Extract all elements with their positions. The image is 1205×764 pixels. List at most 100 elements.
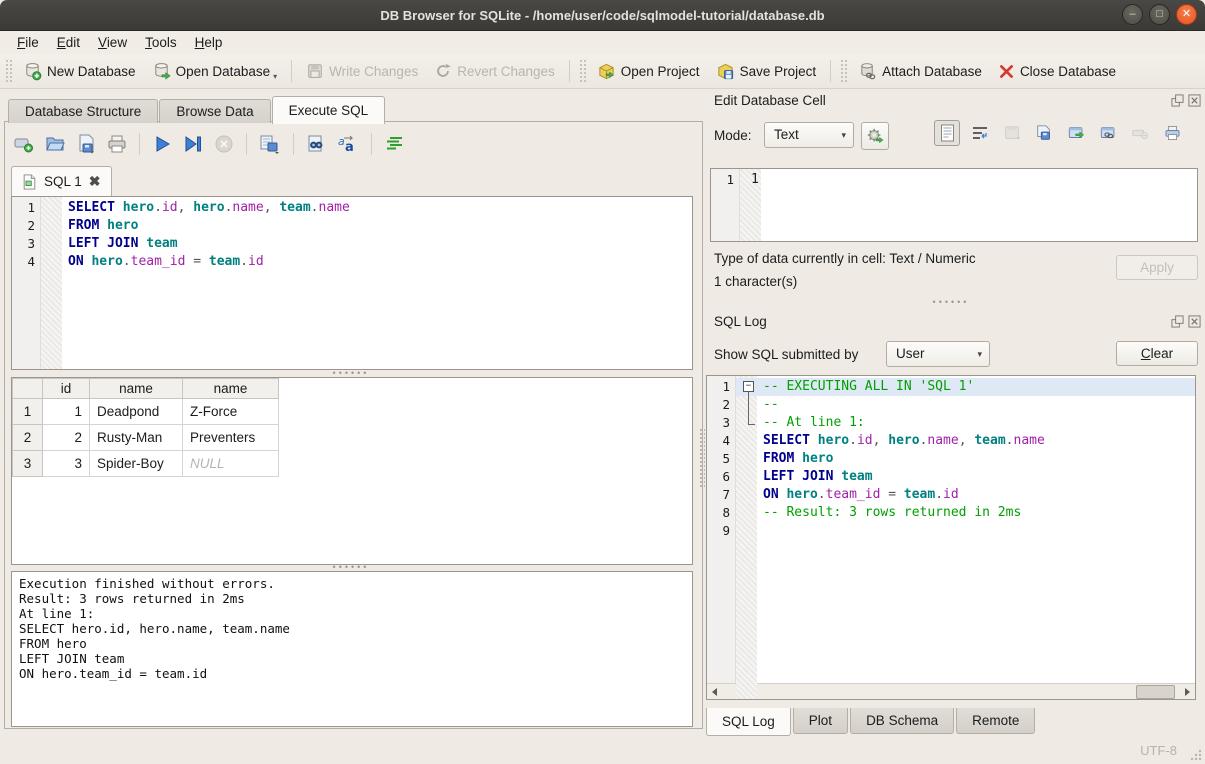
line-number: 5 <box>707 450 730 468</box>
export-cell-data-button[interactable] <box>1032 121 1056 145</box>
row-header[interactable]: 3 <box>13 451 43 477</box>
auto-switch-mode-button[interactable] <box>861 122 889 150</box>
minimize-button[interactable]: – <box>1122 4 1143 25</box>
column-header[interactable]: name <box>90 379 183 399</box>
menu-file[interactable]: File <box>8 33 48 52</box>
cell-char-count: 1 character(s) <box>714 274 797 289</box>
tab-database-structure[interactable]: Database Structure <box>8 99 158 123</box>
find-icon[interactable] <box>305 133 327 155</box>
stop-icon[interactable] <box>213 133 235 155</box>
copy-as-link-button[interactable] <box>1096 121 1120 145</box>
pane-splitter-handle[interactable] <box>699 428 705 488</box>
save-sql-file-icon[interactable] <box>75 133 97 155</box>
toolbar-handle[interactable] <box>579 59 586 83</box>
table-cell[interactable]: 1 <box>43 399 90 425</box>
cell-editor[interactable]: 1 1 <box>710 168 1198 242</box>
sql-log-editor[interactable]: 1−-- EXECUTING ALL IN 'SQL 1'2--3-- At l… <box>706 375 1196 700</box>
close-dock-icon[interactable] <box>1188 94 1201 107</box>
save-as-icon <box>1035 124 1053 142</box>
print-cell-button[interactable] <box>1160 121 1184 145</box>
mode-select[interactable]: Text ▾ <box>764 122 854 148</box>
table-row: 33Spider-BoyNULL <box>13 451 279 477</box>
cell-text-mode-button[interactable] <box>934 120 960 146</box>
code-line: 3LEFT JOIN team <box>12 235 692 253</box>
table-cell[interactable]: 3 <box>43 451 90 477</box>
close-database-button[interactable]: Close Database <box>990 59 1124 84</box>
save-results-icon[interactable] <box>258 133 282 155</box>
apply-button[interactable]: Apply <box>1116 255 1198 280</box>
open-sql-file-icon[interactable] <box>44 133 66 155</box>
menu-view[interactable]: View <box>89 33 136 52</box>
table-cell[interactable]: Deadpond <box>90 399 183 425</box>
new-database-icon <box>23 62 42 81</box>
menu-bar: File Edit View Tools Help <box>0 31 1205 54</box>
table-cell[interactable]: Rusty-Man <box>90 425 183 451</box>
tab-browse-data[interactable]: Browse Data <box>159 99 270 123</box>
tab-sql-log[interactable]: SQL Log <box>706 708 791 736</box>
table-cell[interactable]: NULL <box>183 451 279 477</box>
toolbar-handle[interactable] <box>5 59 12 83</box>
save-project-button[interactable]: Save Project <box>708 58 825 85</box>
auto-format-icon[interactable] <box>383 133 405 155</box>
toolbar-handle[interactable] <box>840 59 847 83</box>
close-button[interactable]: ✕ <box>1176 4 1197 25</box>
format-text-icon[interactable]: aa <box>336 133 360 155</box>
print-sql-icon[interactable] <box>106 133 128 155</box>
row-header[interactable]: 1 <box>13 399 43 425</box>
menu-help[interactable]: Help <box>186 33 232 52</box>
chevron-down-icon: ▾ <box>841 123 846 147</box>
open-in-external-app-button[interactable] <box>1064 121 1088 145</box>
app-window: DB Browser for SQLite - /home/user/code/… <box>0 0 1205 764</box>
sql1-tab-close-icon[interactable]: ✖ <box>89 173 101 190</box>
row-header[interactable]: 2 <box>13 425 43 451</box>
execute-sql-icon[interactable] <box>151 133 173 155</box>
tab-db-schema[interactable]: DB Schema <box>850 708 954 734</box>
open-database-button[interactable]: Open Database ▾ <box>144 58 286 85</box>
table-cell[interactable]: Z-Force <box>183 399 279 425</box>
title-bar[interactable]: DB Browser for SQLite - /home/user/code/… <box>0 0 1205 31</box>
new-sql-tab-icon[interactable] <box>13 133 35 155</box>
splitter-handle[interactable]: •••••• <box>321 565 381 570</box>
word-wrap-button[interactable] <box>968 121 992 145</box>
sql1-tab-label: SQL 1 <box>44 174 82 189</box>
float-dock-icon[interactable] <box>1171 94 1184 107</box>
code-line: 7ON hero.team_id = team.id <box>707 486 1195 504</box>
table-cell[interactable]: Preventers <box>183 425 279 451</box>
open-database-icon <box>152 62 171 81</box>
code-line: 9 <box>707 522 1195 540</box>
set-null-button[interactable] <box>1128 121 1152 145</box>
code-line: 1−-- EXECUTING ALL IN 'SQL 1' <box>707 378 1195 396</box>
open-database-dropdown-icon[interactable]: ▾ <box>273 72 277 81</box>
toolbar-separator <box>139 133 140 155</box>
splitter-handle[interactable]: •••••• <box>321 371 381 376</box>
resize-grip[interactable] <box>1189 748 1202 761</box>
tab-remote[interactable]: Remote <box>956 708 1035 734</box>
tab-plot[interactable]: Plot <box>793 708 848 734</box>
float-dock-icon[interactable] <box>1171 315 1184 328</box>
new-database-button[interactable]: New Database <box>15 58 144 85</box>
import-cell-data-button[interactable] <box>1000 121 1024 145</box>
revert-changes-button[interactable]: Revert Changes <box>426 58 563 84</box>
column-header[interactable]: id <box>43 379 90 399</box>
code-line: 6LEFT JOIN team <box>707 468 1195 486</box>
tab-execute-sql[interactable]: Execute SQL <box>272 96 386 124</box>
clear-log-button[interactable]: Clear <box>1116 341 1198 366</box>
close-dock-icon[interactable] <box>1188 315 1201 328</box>
sql-log-filter-select[interactable]: User ▾ <box>886 341 990 367</box>
code-line: 3-- At line 1: <box>707 414 1195 432</box>
sql-toolbar: aa <box>13 130 405 158</box>
splitter-handle[interactable]: •••••• <box>921 300 981 305</box>
sql1-tab[interactable]: SQL 1 ✖ <box>11 166 112 196</box>
open-project-button[interactable]: Open Project <box>589 58 708 85</box>
execute-line-icon[interactable] <box>182 133 204 155</box>
write-changes-button[interactable]: Write Changes <box>298 58 426 84</box>
table-cell[interactable]: Spider-Boy <box>90 451 183 477</box>
menu-tools[interactable]: Tools <box>136 33 186 52</box>
results-grid[interactable]: idnamename 11DeadpondZ-Force22Rusty-ManP… <box>11 377 693 565</box>
attach-database-button[interactable]: Attach Database <box>850 58 990 85</box>
maximize-button[interactable]: □ <box>1149 4 1170 25</box>
sql-editor[interactable]: 1SELECT hero.id, hero.name, team.name2FR… <box>11 196 693 370</box>
column-header[interactable]: name <box>183 379 279 399</box>
menu-edit[interactable]: Edit <box>48 33 89 52</box>
table-cell[interactable]: 2 <box>43 425 90 451</box>
